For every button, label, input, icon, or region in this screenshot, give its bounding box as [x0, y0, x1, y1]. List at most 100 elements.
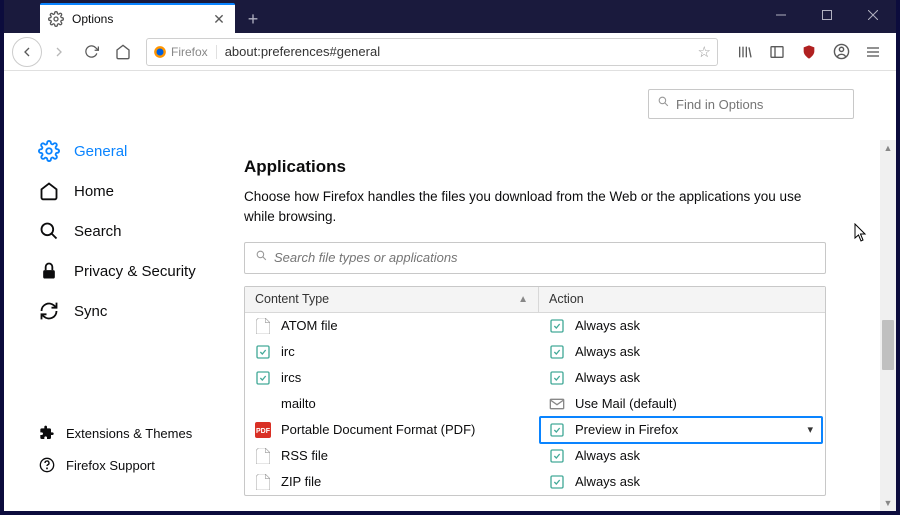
- table-header: Content Type ▲ Action: [245, 287, 825, 313]
- puzzle-icon: [38, 424, 56, 442]
- cell-content-type: PDF Portable Document Format (PDF): [245, 422, 539, 438]
- content-type-label: Portable Document Format (PDF): [281, 422, 475, 437]
- search-applications[interactable]: [244, 242, 826, 274]
- search-icon: [38, 220, 60, 242]
- action-label: Preview in Firefox: [575, 422, 678, 437]
- site-identity[interactable]: Firefox: [153, 45, 217, 59]
- help-icon: [38, 456, 56, 474]
- filetype-icon: [255, 474, 271, 490]
- cell-action: Always ask: [539, 318, 825, 334]
- sidebar-item-general[interactable]: General: [38, 131, 234, 171]
- new-tab-button[interactable]: +: [239, 5, 267, 33]
- content-type-label: ircs: [281, 370, 301, 385]
- forward-button[interactable]: [44, 37, 74, 67]
- reload-button[interactable]: [76, 37, 106, 67]
- table-row[interactable]: irc Always ask: [245, 339, 825, 365]
- table-row[interactable]: mailtoUse Mail (default): [245, 391, 825, 417]
- svg-text:PDF: PDF: [256, 428, 271, 435]
- action-icon: [549, 318, 565, 334]
- action-icon: [549, 344, 565, 360]
- content-type-label: ZIP file: [281, 474, 321, 489]
- action-label: Always ask: [575, 474, 640, 489]
- filetype-icon: [255, 318, 271, 334]
- home-button[interactable]: [108, 37, 138, 67]
- browser-tab[interactable]: Options ✕: [40, 3, 235, 33]
- cell-action-dropdown[interactable]: Preview in Firefox ▾: [539, 416, 823, 444]
- scroll-down-icon[interactable]: ▼: [880, 495, 896, 511]
- back-button[interactable]: [12, 37, 42, 67]
- filetype-icon: [255, 396, 271, 412]
- section-heading: Applications: [244, 157, 826, 177]
- bookmark-star-icon[interactable]: ☆: [698, 43, 711, 61]
- cell-action: Always ask: [539, 474, 825, 490]
- column-content-type[interactable]: Content Type ▲: [245, 287, 539, 312]
- identity-label: Firefox: [171, 45, 208, 59]
- title-bar: Options ✕ +: [4, 0, 896, 33]
- table-row[interactable]: RSS file Always ask: [245, 443, 825, 469]
- content-type-label: RSS file: [281, 448, 328, 463]
- action-label: Always ask: [575, 448, 640, 463]
- menu-button[interactable]: [858, 37, 888, 67]
- sidebar-label: General: [74, 143, 127, 160]
- applications-table: Content Type ▲ Action ATOM file Always as…: [244, 286, 826, 496]
- action-label: Always ask: [575, 370, 640, 385]
- home-icon: [38, 180, 60, 202]
- action-icon: [549, 448, 565, 464]
- search-apps-input[interactable]: [274, 250, 815, 265]
- column-action[interactable]: Action: [539, 287, 825, 312]
- table-row[interactable]: ZIP file Always ask: [245, 469, 825, 495]
- sidebar-label: Sync: [74, 303, 107, 320]
- navigation-toolbar: Firefox ☆: [4, 33, 896, 71]
- close-window-button[interactable]: [850, 0, 896, 30]
- sidebars-button[interactable]: [762, 37, 792, 67]
- cell-content-type: ZIP file: [245, 474, 539, 490]
- filetype-icon: [255, 344, 271, 360]
- action-icon: [549, 474, 565, 490]
- scroll-up-icon[interactable]: ▲: [880, 140, 896, 156]
- content-type-label: ATOM file: [281, 318, 338, 333]
- gear-icon: [38, 140, 60, 162]
- url-bar[interactable]: Firefox ☆: [146, 38, 718, 66]
- sort-asc-icon: ▲: [518, 294, 528, 305]
- action-icon: [549, 396, 565, 412]
- scrollbar[interactable]: ▲ ▼: [880, 140, 896, 511]
- cell-content-type: ATOM file: [245, 318, 539, 334]
- table-row[interactable]: PDF Portable Document Format (PDF) Preview…: [245, 417, 825, 443]
- cell-action: Always ask: [539, 448, 825, 464]
- cell-content-type: RSS file: [245, 448, 539, 464]
- section-description: Choose how Firefox handles the files you…: [244, 187, 826, 228]
- sidebar-label: Home: [74, 183, 114, 200]
- sidebar-item-search[interactable]: Search: [38, 211, 234, 251]
- sidebar-item-extensions[interactable]: Extensions & Themes: [38, 417, 234, 449]
- content-type-label: irc: [281, 344, 295, 359]
- library-button[interactable]: [730, 37, 760, 67]
- content-type-label: mailto: [281, 396, 316, 411]
- cell-action: Always ask: [539, 344, 825, 360]
- sidebar-label: Privacy & Security: [74, 263, 196, 280]
- chevron-down-icon: ▾: [807, 423, 813, 436]
- table-row[interactable]: ATOM file Always ask: [245, 313, 825, 339]
- sidebar-item-home[interactable]: Home: [38, 171, 234, 211]
- sidebar-item-privacy[interactable]: Privacy & Security: [38, 251, 234, 291]
- find-input[interactable]: [676, 97, 852, 112]
- url-input[interactable]: [225, 44, 698, 59]
- ublock-icon[interactable]: [794, 37, 824, 67]
- sidebar-item-sync[interactable]: Sync: [38, 291, 234, 331]
- account-button[interactable]: [826, 37, 856, 67]
- lock-icon: [38, 260, 60, 282]
- table-row[interactable]: ircs Always ask: [245, 365, 825, 391]
- filetype-icon: PDF: [255, 422, 271, 438]
- filetype-icon: [255, 370, 271, 386]
- action-icon: [549, 422, 565, 438]
- minimize-button[interactable]: [758, 0, 804, 30]
- sidebar-item-support[interactable]: Firefox Support: [38, 449, 234, 481]
- maximize-button[interactable]: [804, 0, 850, 30]
- scrollbar-thumb[interactable]: [882, 320, 894, 370]
- find-in-options[interactable]: [648, 89, 854, 119]
- firefox-icon: [153, 45, 167, 59]
- cell-content-type: irc: [245, 344, 539, 360]
- search-icon: [255, 249, 268, 267]
- cell-content-type: mailto: [245, 396, 539, 412]
- close-icon[interactable]: ✕: [211, 11, 227, 27]
- cell-content-type: ircs: [245, 370, 539, 386]
